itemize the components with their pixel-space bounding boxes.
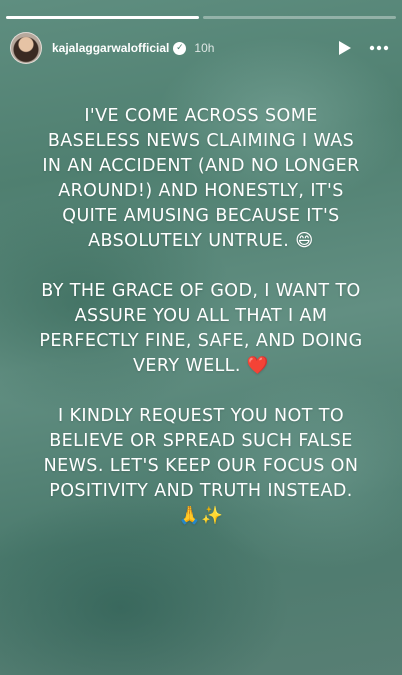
- progress-segment-1: [6, 16, 199, 19]
- play-button[interactable]: [332, 35, 358, 61]
- story-header: kajalaggarwalofficial ✓ 10h: [10, 32, 392, 64]
- progress-segment-2: [203, 16, 396, 19]
- username[interactable]: kajalaggarwalofficial: [52, 41, 169, 55]
- story-viewer[interactable]: kajalaggarwalofficial ✓ 10h I'VE COME AC…: [0, 0, 402, 675]
- more-options-button[interactable]: [366, 35, 392, 61]
- story-text: I'VE COME ACROSS SOME BASELESS NEWS CLAI…: [36, 104, 366, 529]
- story-paragraph-3: I KINDLY REQUEST YOU NOT TO BELIEVE OR S…: [43, 406, 359, 526]
- more-icon: [369, 45, 389, 51]
- story-paragraph-1: I'VE COME ACROSS SOME BASELESS NEWS CLAI…: [42, 106, 360, 251]
- verified-badge-icon: ✓: [173, 41, 187, 55]
- play-icon: [339, 41, 351, 55]
- story-progress-bar: [6, 16, 396, 19]
- avatar[interactable]: [10, 32, 42, 64]
- story-paragraph-2: BY THE GRACE OF GOD, I WANT TO ASSURE YO…: [39, 281, 363, 376]
- post-time: 10h: [194, 41, 215, 55]
